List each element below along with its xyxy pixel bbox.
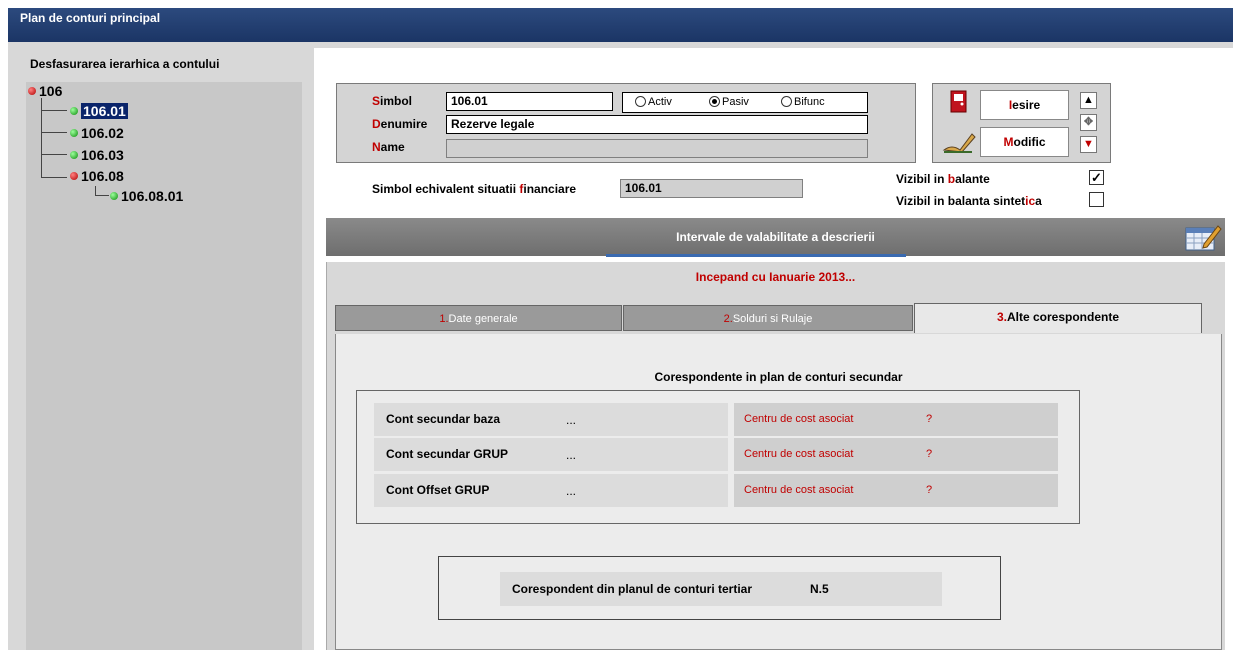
tertiar-row: Corespondent din planul de conturi terti…	[500, 572, 942, 606]
radio-off-icon	[781, 96, 792, 107]
intervale-title: Intervale de valabilitate a descrierii	[676, 230, 875, 244]
centru-cost-label: Centru de cost asociat	[744, 413, 854, 425]
name-field[interactable]	[446, 139, 868, 158]
table-row: Centru de cost asociat ?	[734, 403, 1058, 436]
centru-cost-value[interactable]: ?	[926, 413, 932, 425]
centru-cost-label: Centru de cost asociat	[744, 484, 854, 496]
iesire-button[interactable]: Iesire	[980, 90, 1069, 120]
radio-pasiv[interactable]: Pasiv	[709, 96, 749, 108]
vizibil-balante-checkbox[interactable]: ✓	[1089, 170, 1104, 185]
tree-panel	[26, 82, 302, 650]
door-exit-icon	[950, 90, 967, 113]
cont-secundar-baza-value[interactable]: ...	[566, 413, 576, 427]
tree-connector	[95, 186, 96, 195]
simbol-field[interactable]: 106.01	[446, 92, 613, 111]
calendar-edit-icon[interactable]	[1184, 222, 1222, 252]
move-down-button[interactable]: ▼	[1080, 136, 1097, 153]
arrow-down-icon: ▼	[1083, 138, 1094, 150]
table-row: Cont secundar baza ...	[374, 403, 728, 436]
vizibil-balante-label: Vizibil in balante	[896, 172, 990, 186]
tree-connector	[95, 195, 109, 196]
vizibil-sintetica-label: Vizibil in balanta sintetica	[896, 194, 1042, 208]
interval-strip	[606, 254, 906, 257]
simbol-label: Simbol	[372, 94, 413, 108]
name-label: Name	[372, 140, 405, 154]
cont-secundar-grup-value[interactable]: ...	[566, 448, 576, 462]
cont-offset-grup-label: Cont Offset GRUP	[386, 483, 490, 497]
tertiar-label: Corespondent din planul de conturi terti…	[512, 582, 753, 596]
corespondente-title: Corespondente in plan de conturi secunda…	[654, 370, 903, 384]
table-row: Cont Offset GRUP ...	[374, 474, 728, 507]
status-green-icon	[70, 151, 78, 159]
tree-node-106-02[interactable]: 106.02	[70, 125, 124, 141]
tree-node-106-08-01[interactable]: 106.08.01	[110, 188, 183, 204]
status-green-icon	[70, 107, 78, 115]
centru-cost-value[interactable]: ?	[926, 484, 932, 496]
modific-button[interactable]: Modific	[980, 127, 1069, 157]
cont-secundar-baza-label: Cont secundar baza	[386, 412, 501, 426]
denumire-field[interactable]: Rezerve legale	[446, 115, 868, 134]
tree-connector	[41, 132, 67, 133]
status-red-icon	[28, 87, 36, 95]
cont-secundar-grup-label: Cont secundar GRUP	[386, 447, 509, 461]
denumire-label: Denumire	[372, 117, 428, 131]
tree-node-106-08[interactable]: 106.08	[70, 168, 124, 184]
move-cross-icon: ✥	[1083, 116, 1094, 128]
centru-cost-value[interactable]: ?	[926, 448, 932, 460]
tree-connector	[41, 154, 67, 155]
simbol-echivalent-field[interactable]: 106.01	[620, 179, 803, 198]
tree-node-106-01[interactable]: 106.01	[70, 103, 128, 119]
status-green-icon	[70, 129, 78, 137]
interval-period[interactable]: Incepand cu Ianuarie 2013...	[326, 270, 1225, 284]
intervale-header: Intervale de valabilitate a descrierii	[326, 218, 1225, 256]
table-row: Centru de cost asociat ?	[734, 438, 1058, 471]
arrow-up-icon: ▲	[1083, 94, 1094, 106]
status-green-icon	[110, 192, 118, 200]
move-up-button[interactable]: ▲	[1080, 92, 1097, 109]
radio-on-icon	[709, 96, 720, 107]
account-type-radio-group: Activ Pasiv Bifunc	[622, 92, 868, 113]
tree-node-106-03[interactable]: 106.03	[70, 147, 124, 163]
table-row: Cont secundar GRUP ...	[374, 438, 728, 471]
radio-off-icon	[635, 96, 646, 107]
window-title: Plan de conturi principal	[20, 11, 161, 25]
centru-cost-label: Centru de cost asociat	[744, 448, 854, 460]
status-red-icon	[70, 172, 78, 180]
tab-alte-corespondente[interactable]: 3.Alte corespondente	[914, 303, 1202, 333]
window-titlebar: Plan de conturi principal	[8, 8, 1233, 42]
tertiar-value[interactable]: N.5	[810, 582, 829, 596]
tree-connector	[41, 110, 67, 111]
tree-title: Desfasurarea ierarhica a contului	[30, 57, 220, 71]
radio-activ[interactable]: Activ	[635, 96, 672, 108]
tree-connector	[41, 177, 67, 178]
radio-bifunc[interactable]: Bifunc	[781, 96, 825, 108]
tab-solduri-rulaje[interactable]: 2.Solduri si Rulaje	[623, 305, 913, 331]
cont-offset-grup-value[interactable]: ...	[566, 484, 576, 498]
edit-pencil-icon	[942, 133, 976, 153]
table-row: Centru de cost asociat ?	[734, 474, 1058, 507]
move-button[interactable]: ✥	[1080, 114, 1097, 131]
simbol-echivalent-label: Simbol echivalent situatii financiare	[372, 182, 577, 196]
tree-node-106[interactable]: 106	[28, 83, 62, 99]
vizibil-sintetica-checkbox[interactable]	[1089, 192, 1104, 207]
tab-date-generale[interactable]: 1.Date generale	[335, 305, 622, 331]
